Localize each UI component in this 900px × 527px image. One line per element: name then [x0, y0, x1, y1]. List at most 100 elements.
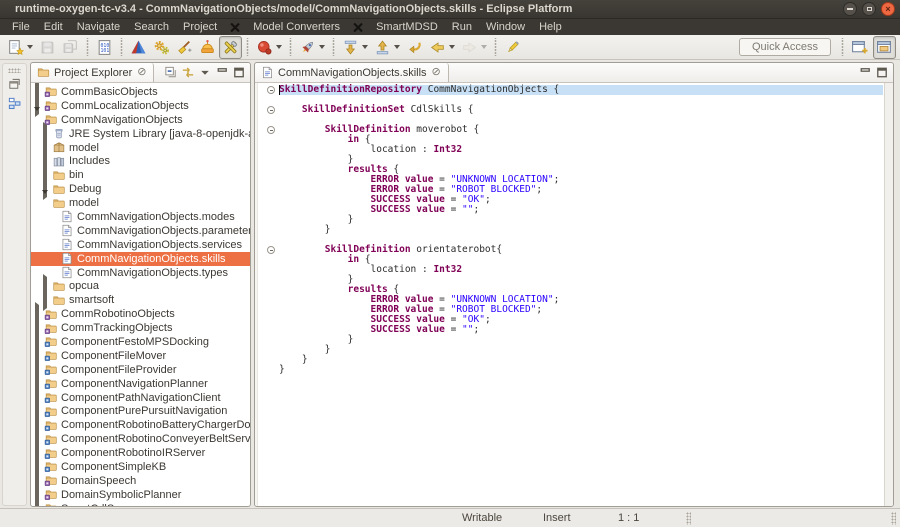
- code-line-3[interactable]: SkillDefinitionSet CdlSkills {: [259, 105, 883, 115]
- expanded-arrow-icon[interactable]: [34, 107, 40, 128]
- code-line-29[interactable]: }: [259, 365, 883, 375]
- generate-gears-button[interactable]: [150, 36, 173, 59]
- tree-item-includes[interactable]: Includes: [31, 154, 250, 168]
- tree-item-domainsymbolicplanner[interactable]: DomainSymbolicPlanner: [31, 488, 250, 502]
- next-annotation-button[interactable]: [339, 36, 371, 59]
- open-perspective-button[interactable]: [848, 36, 871, 59]
- menu-edit[interactable]: Edit: [37, 19, 70, 35]
- tree-item-model[interactable]: model: [31, 141, 250, 155]
- code-text[interactable]: location : Int32: [279, 265, 883, 275]
- tree-item-smartsoft[interactable]: smartsoft: [31, 293, 250, 307]
- tree-item-componentfileprovider[interactable]: ComponentFileProvider: [31, 363, 250, 377]
- binary-file-button[interactable]: 010101: [93, 36, 116, 59]
- tree-item-commnavigationobjects-skills[interactable]: CommNavigationObjects.skills: [31, 252, 250, 266]
- forward-history-button[interactable]: [458, 36, 490, 59]
- clean-broom-button[interactable]: [173, 36, 196, 59]
- tree-item-commrobotinoobjects[interactable]: CommRobotinoObjects: [31, 307, 250, 321]
- overview-ruler[interactable]: [884, 83, 893, 506]
- code-text[interactable]: SUCCESS value = "";: [279, 325, 883, 335]
- resource-perspective-button[interactable]: [873, 36, 896, 59]
- menu-navigate[interactable]: Navigate: [70, 19, 127, 35]
- dropdown-arrow-icon[interactable]: [481, 45, 487, 49]
- code-text[interactable]: SUCCESS value = "";: [279, 205, 883, 215]
- previous-annotation-button[interactable]: [371, 36, 403, 59]
- tree-item-commnavigationobjects-modes[interactable]: CommNavigationObjects.modes: [31, 210, 250, 224]
- tree-item-componentpathnavigationclient[interactable]: ComponentPathNavigationClient: [31, 391, 250, 405]
- code-line-15[interactable]: }: [259, 225, 883, 235]
- new-wizard-button[interactable]: [4, 36, 36, 59]
- maximize-view-button[interactable]: [231, 65, 247, 80]
- close-view-icon[interactable]: ⊘: [137, 67, 146, 78]
- title-bar[interactable]: runtime-oxygen-tc-v3.4 - CommNavigationO…: [0, 0, 900, 19]
- back-history-button[interactable]: [426, 36, 458, 59]
- menu-project[interactable]: Project: [176, 19, 224, 35]
- menu-file[interactable]: File: [5, 19, 37, 35]
- code-line-27[interactable]: }: [259, 345, 883, 355]
- code-text[interactable]: }: [279, 345, 883, 355]
- close-window-button[interactable]: ×: [881, 2, 895, 16]
- collapsed-arrow-icon[interactable]: [35, 497, 39, 506]
- code-text[interactable]: }: [279, 335, 883, 345]
- tree-item-commtrackingobjects[interactable]: CommTrackingObjects: [31, 321, 250, 335]
- code-text[interactable]: SkillDefinitionRepository CommNavigation…: [279, 85, 883, 95]
- tree-item-commnavigationobjects[interactable]: CommNavigationObjects: [31, 113, 250, 127]
- collapse-all-button[interactable]: [163, 65, 179, 80]
- tree-item-bin[interactable]: bin: [31, 168, 250, 182]
- maximize-view-button[interactable]: [874, 65, 890, 80]
- tree-item-smartcdlserver[interactable]: SmartCdlServer: [31, 502, 250, 506]
- save-all-button[interactable]: [59, 36, 82, 59]
- dropdown-arrow-icon[interactable]: [362, 45, 368, 49]
- deploy-robot-button[interactable]: [196, 36, 219, 59]
- code-text[interactable]: }: [279, 215, 883, 225]
- build-tools-button[interactable]: [219, 36, 242, 59]
- dropdown-arrow-icon[interactable]: [276, 45, 282, 49]
- minimize-window-button[interactable]: [843, 2, 857, 16]
- view-menu-button[interactable]: [197, 65, 213, 80]
- code-text[interactable]: location : Int32: [279, 145, 883, 155]
- launch-rocket-button[interactable]: [296, 36, 328, 59]
- tree-item-componentrobotinoconveyerbeltserver-opc[interactable]: ComponentRobotinoConveyerBeltServer_OPC: [31, 432, 250, 446]
- code-text[interactable]: }: [279, 365, 883, 375]
- tree-item-componentrobotinobatterychargerdocking[interactable]: ComponentRobotinoBatteryChargerDocking: [31, 418, 250, 432]
- tree-item-commlocalizationobjects[interactable]: CommLocalizationObjects: [31, 99, 250, 113]
- tree-item-componentpurepursuitnavigation[interactable]: ComponentPurePursuitNavigation: [31, 404, 250, 418]
- tree-item-commbasicobjects[interactable]: CommBasicObjects: [31, 85, 250, 99]
- tree-item-componentnavigationplanner[interactable]: ComponentNavigationPlanner: [31, 377, 250, 391]
- code-text[interactable]: }: [279, 225, 883, 235]
- tab-project-explorer[interactable]: Project Explorer ⊘: [31, 63, 154, 82]
- code-line-28[interactable]: }: [259, 355, 883, 365]
- fold-collapse-icon[interactable]: [267, 86, 275, 94]
- menu-help[interactable]: Help: [532, 19, 569, 35]
- code-text[interactable]: SkillDefinitionSet CdlSkills {: [279, 105, 883, 115]
- expanded-arrow-icon[interactable]: [42, 190, 48, 211]
- tree-item-componentfilemover[interactable]: ComponentFileMover: [31, 349, 250, 363]
- drag-handle[interactable]: [8, 68, 21, 73]
- menu-smartmdsd[interactable]: SmartMDSD: [369, 19, 445, 35]
- minimized-views-button[interactable]: [7, 96, 22, 111]
- code-text[interactable]: }: [279, 355, 883, 365]
- prism-button[interactable]: [127, 36, 150, 59]
- menu-run[interactable]: Run: [445, 19, 479, 35]
- tab-editor-skills-file[interactable]: CommNavigationObjects.skills ⊘: [255, 63, 449, 82]
- dropdown-arrow-icon[interactable]: [394, 45, 400, 49]
- fold-collapse-icon[interactable]: [267, 106, 275, 114]
- status-drag-handle[interactable]: [686, 512, 691, 525]
- tree-item-componentsimplekb[interactable]: ComponentSimpleKB: [31, 460, 250, 474]
- dropdown-arrow-icon[interactable]: [27, 45, 33, 49]
- run-component-button[interactable]: [253, 36, 285, 59]
- tree-item-commnavigationobjects-services[interactable]: CommNavigationObjects.services: [31, 238, 250, 252]
- tree-item-model[interactable]: model: [31, 196, 250, 210]
- code-line-1[interactable]: SkillDefinitionRepository CommNavigation…: [259, 85, 883, 95]
- maximize-window-button[interactable]: [862, 2, 876, 16]
- tree-item-componentfestompsdocking[interactable]: ComponentFestoMPSDocking: [31, 335, 250, 349]
- tree-item-debug[interactable]: Debug: [31, 182, 250, 196]
- minimize-view-button[interactable]: [857, 65, 873, 80]
- menu-search[interactable]: Search: [127, 19, 176, 35]
- code-line-14[interactable]: }: [259, 215, 883, 225]
- fold-collapse-icon[interactable]: [267, 126, 275, 134]
- code-area[interactable]: SkillDefinitionRepository CommNavigation…: [259, 85, 883, 506]
- minimize-view-button[interactable]: [214, 65, 230, 80]
- save-button[interactable]: [36, 36, 59, 59]
- menu-model-converters[interactable]: Model Converters: [246, 19, 347, 35]
- link-with-editor-button[interactable]: [180, 65, 196, 80]
